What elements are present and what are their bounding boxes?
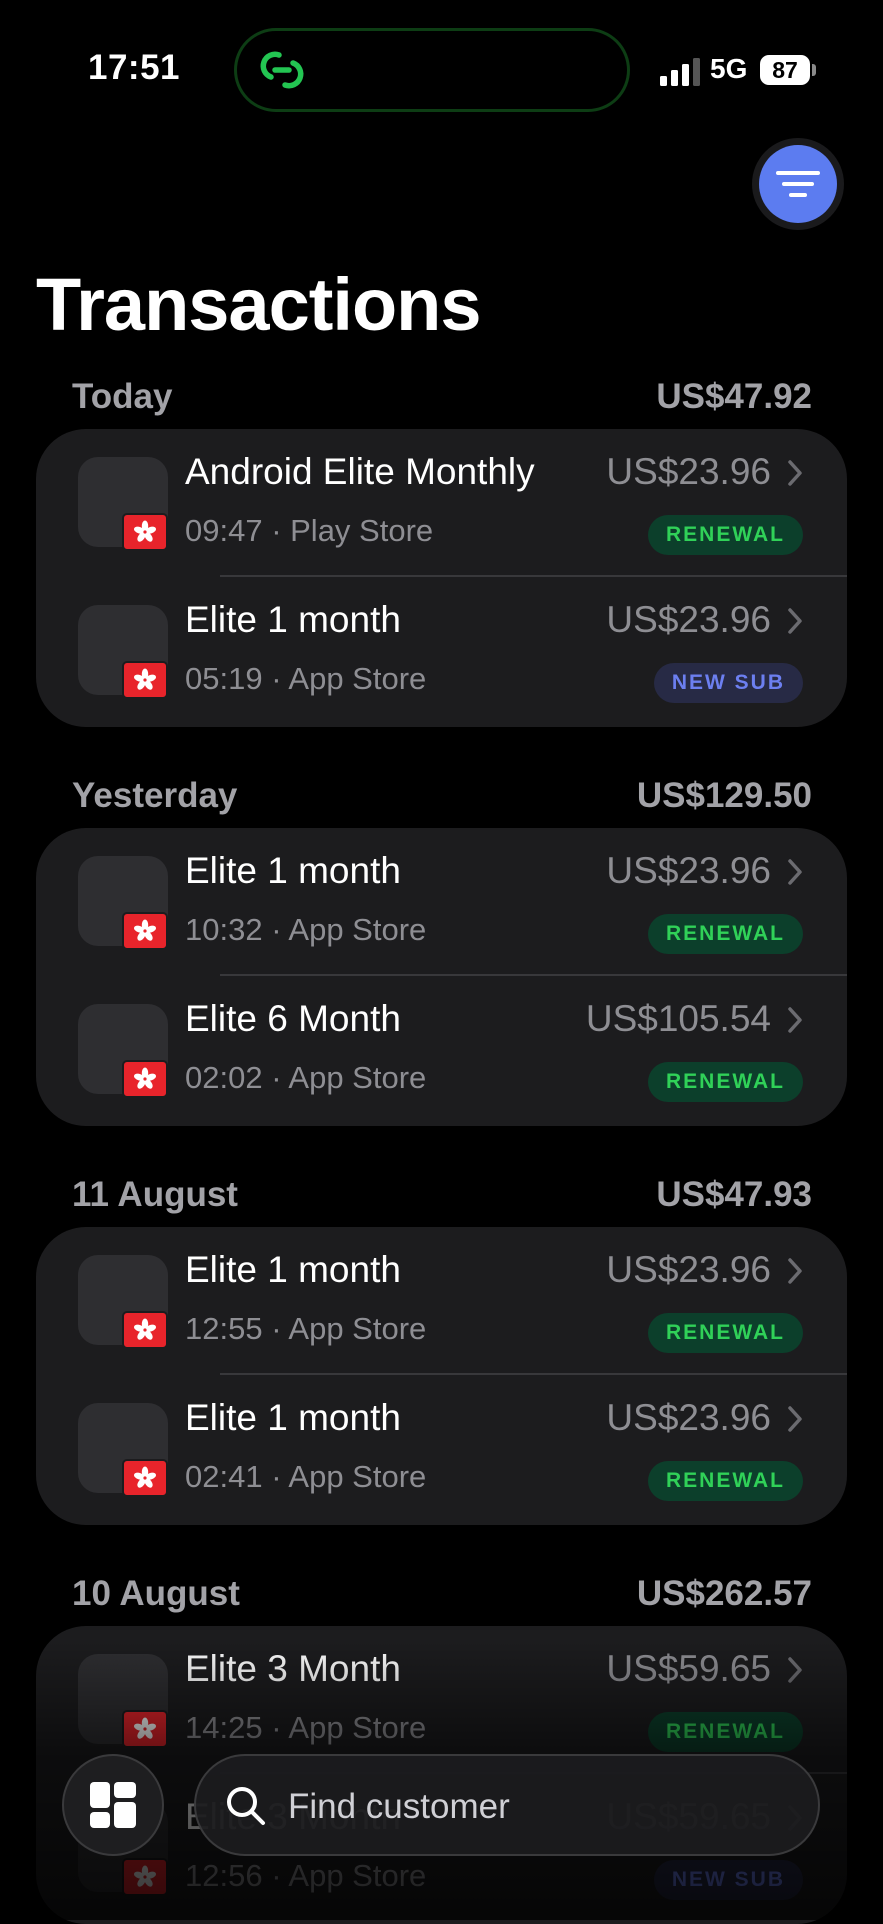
product-name: Elite 1 month (185, 599, 401, 640)
transaction-amount: US$23.96 (606, 451, 771, 492)
chevron-right-icon (788, 1007, 802, 1033)
status-time: 17:51 (88, 48, 181, 87)
transaction-amount: US$23.96 (606, 1249, 771, 1290)
network-label: 5G (710, 53, 748, 84)
hong-kong-flag-icon (122, 1311, 168, 1349)
section-total: US$262.57 (636, 1574, 812, 1613)
renewal-badge: RENEWAL (648, 1062, 803, 1102)
transaction-row[interactable]: Elite 6 Month 02:02 · App Store US$105.54 R… (36, 976, 847, 1124)
transaction-detail: 02:41 · App Store (185, 1459, 427, 1494)
battery-icon: 87 (760, 55, 810, 85)
section-header: 10 August US$262.57 (72, 1574, 812, 1618)
renewal-badge: RENEWAL (648, 515, 803, 555)
transaction-detail: 09:47 · Play Store (185, 513, 434, 548)
transaction-card: Elite 1 month 12:55 · App Store US$23.96 RE… (36, 1227, 847, 1525)
transaction-row[interactable]: Elite 1 month 12:55 · App Store US$23.96 RE… (36, 1227, 847, 1375)
battery-tip (812, 64, 816, 76)
section-date: Today (72, 377, 173, 416)
renewal-badge: RENEWAL (648, 1461, 803, 1501)
product-name: Elite 1 month (185, 850, 401, 891)
transaction-amount: US$23.96 (606, 850, 771, 891)
dashboard-grid-icon (90, 1782, 136, 1828)
transaction-detail: 02:02 · App Store (185, 1060, 427, 1095)
transaction-row[interactable]: Android Elite Monthly 09:47 · Play Store U… (36, 429, 847, 577)
product-name: Elite 6 Month (185, 998, 401, 1039)
renewal-badge: RENEWAL (648, 1313, 803, 1353)
new-sub-badge: NEW SUB (653, 663, 803, 703)
transaction-amount: US$23.96 (606, 599, 771, 640)
section-date: Yesterday (72, 776, 238, 815)
search-bar[interactable] (194, 1754, 820, 1856)
section-total: US$47.92 (656, 377, 812, 416)
product-name: Elite 1 month (185, 1397, 401, 1438)
section-total: US$47.93 (656, 1175, 812, 1214)
search-icon (227, 1787, 265, 1825)
transaction-row[interactable]: Elite 1 month 05:19 · App Store US$23.96 NE… (36, 577, 847, 725)
section-header: 11 August US$47.93 (72, 1175, 812, 1219)
transaction-detail: 05:19 · App Store (185, 661, 427, 696)
chevron-right-icon (788, 1406, 802, 1432)
hong-kong-flag-icon (122, 1459, 168, 1497)
chevron-right-icon (788, 460, 802, 486)
section-header: Yesterday US$129.50 (72, 776, 812, 820)
hong-kong-flag-icon (122, 513, 168, 551)
product-name: Elite 1 month (185, 1249, 401, 1290)
link-rings-icon (260, 51, 304, 89)
filter-button-inner (759, 145, 837, 223)
chevron-right-icon (788, 1258, 802, 1284)
search-input[interactable] (286, 1776, 790, 1838)
filter-button[interactable] (752, 138, 844, 230)
section-date: 10 August (72, 1574, 240, 1613)
section-header: Today US$47.92 (72, 377, 812, 421)
section-date: 11 August (72, 1175, 238, 1214)
chevron-right-icon (788, 608, 802, 634)
transaction-amount: US$23.96 (606, 1397, 771, 1438)
hong-kong-flag-icon (122, 1060, 168, 1098)
page-title: Transactions (36, 263, 482, 346)
status-bar: 17:51 5G 87 (0, 0, 883, 140)
transaction-amount: US$105.54 (585, 998, 771, 1039)
product-name: Android Elite Monthly (185, 451, 535, 492)
transaction-row[interactable]: Elite 1 month 02:41 · App Store US$23.96 RE… (36, 1375, 847, 1523)
transaction-detail: 10:32 · App Store (185, 912, 427, 947)
hong-kong-flag-icon (122, 912, 168, 950)
chevron-right-icon (788, 859, 802, 885)
renewal-badge: RENEWAL (648, 914, 803, 954)
cellular-signal-icon (660, 58, 700, 86)
transaction-row[interactable]: Elite 1 month 10:32 · App Store US$23.96 RE… (36, 828, 847, 976)
hong-kong-flag-icon (122, 661, 168, 699)
transaction-card: Android Elite Monthly 09:47 · Play Store U… (36, 429, 847, 727)
filter-lines-icon (776, 171, 820, 197)
transaction-card: Elite 1 month 10:32 · App Store US$23.96 RE… (36, 828, 847, 1126)
dashboard-button[interactable] (62, 1754, 164, 1856)
dynamic-island[interactable] (234, 28, 630, 112)
section-total: US$129.50 (636, 776, 812, 815)
transaction-detail: 12:55 · App Store (185, 1311, 427, 1346)
